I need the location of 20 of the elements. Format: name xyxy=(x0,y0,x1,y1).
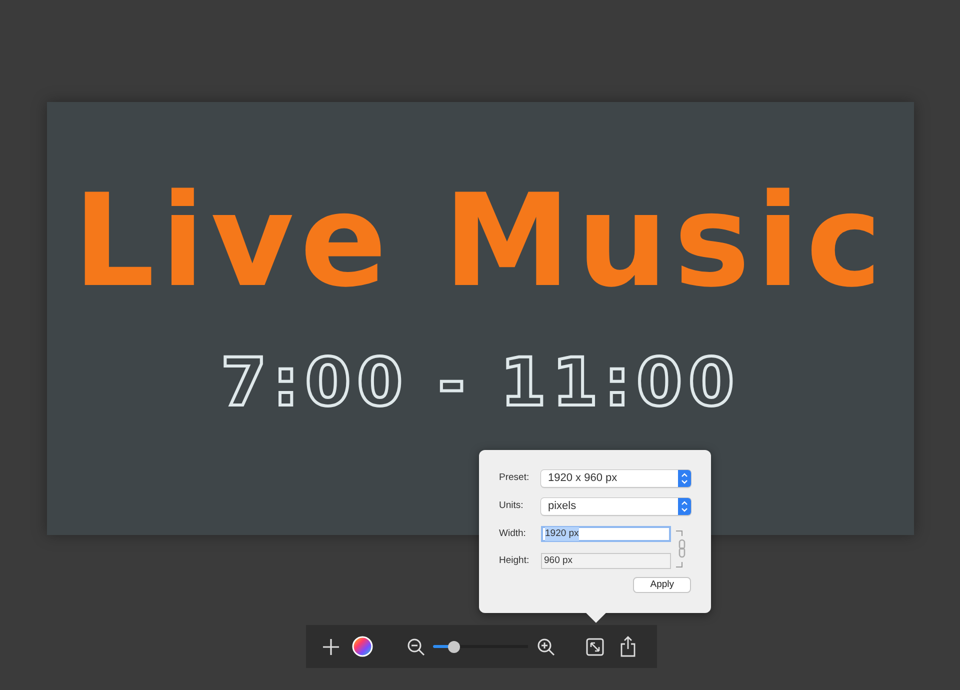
add-icon[interactable] xyxy=(322,638,340,656)
canvas-subtitle: 7:00 - 11:00 xyxy=(220,346,740,420)
dropdown[interactable]: pixels xyxy=(541,498,691,515)
apply-button[interactable]: Apply xyxy=(633,577,691,594)
resize-icon[interactable] xyxy=(586,638,604,656)
stepper-arrows-icon[interactable] xyxy=(678,470,691,487)
zoom-in-icon[interactable] xyxy=(537,638,555,656)
field-label: Height: xyxy=(499,554,530,568)
input-field[interactable]: 960 px xyxy=(541,553,671,569)
stepper-arrows-icon[interactable] xyxy=(678,498,691,515)
color-wheel-icon[interactable] xyxy=(352,636,373,657)
input-field[interactable]: 1920 px xyxy=(541,526,671,542)
field-label: Preset: xyxy=(499,471,530,486)
zoom-out-icon[interactable] xyxy=(407,638,425,656)
slider-thumb[interactable] xyxy=(448,640,460,652)
field-label: Units: xyxy=(499,499,524,514)
dropdown[interactable]: 1920 x 960 px xyxy=(541,470,691,487)
canvas-title: Live Music xyxy=(73,172,888,313)
share-icon[interactable] xyxy=(620,636,636,657)
field-label: Width: xyxy=(499,526,527,541)
